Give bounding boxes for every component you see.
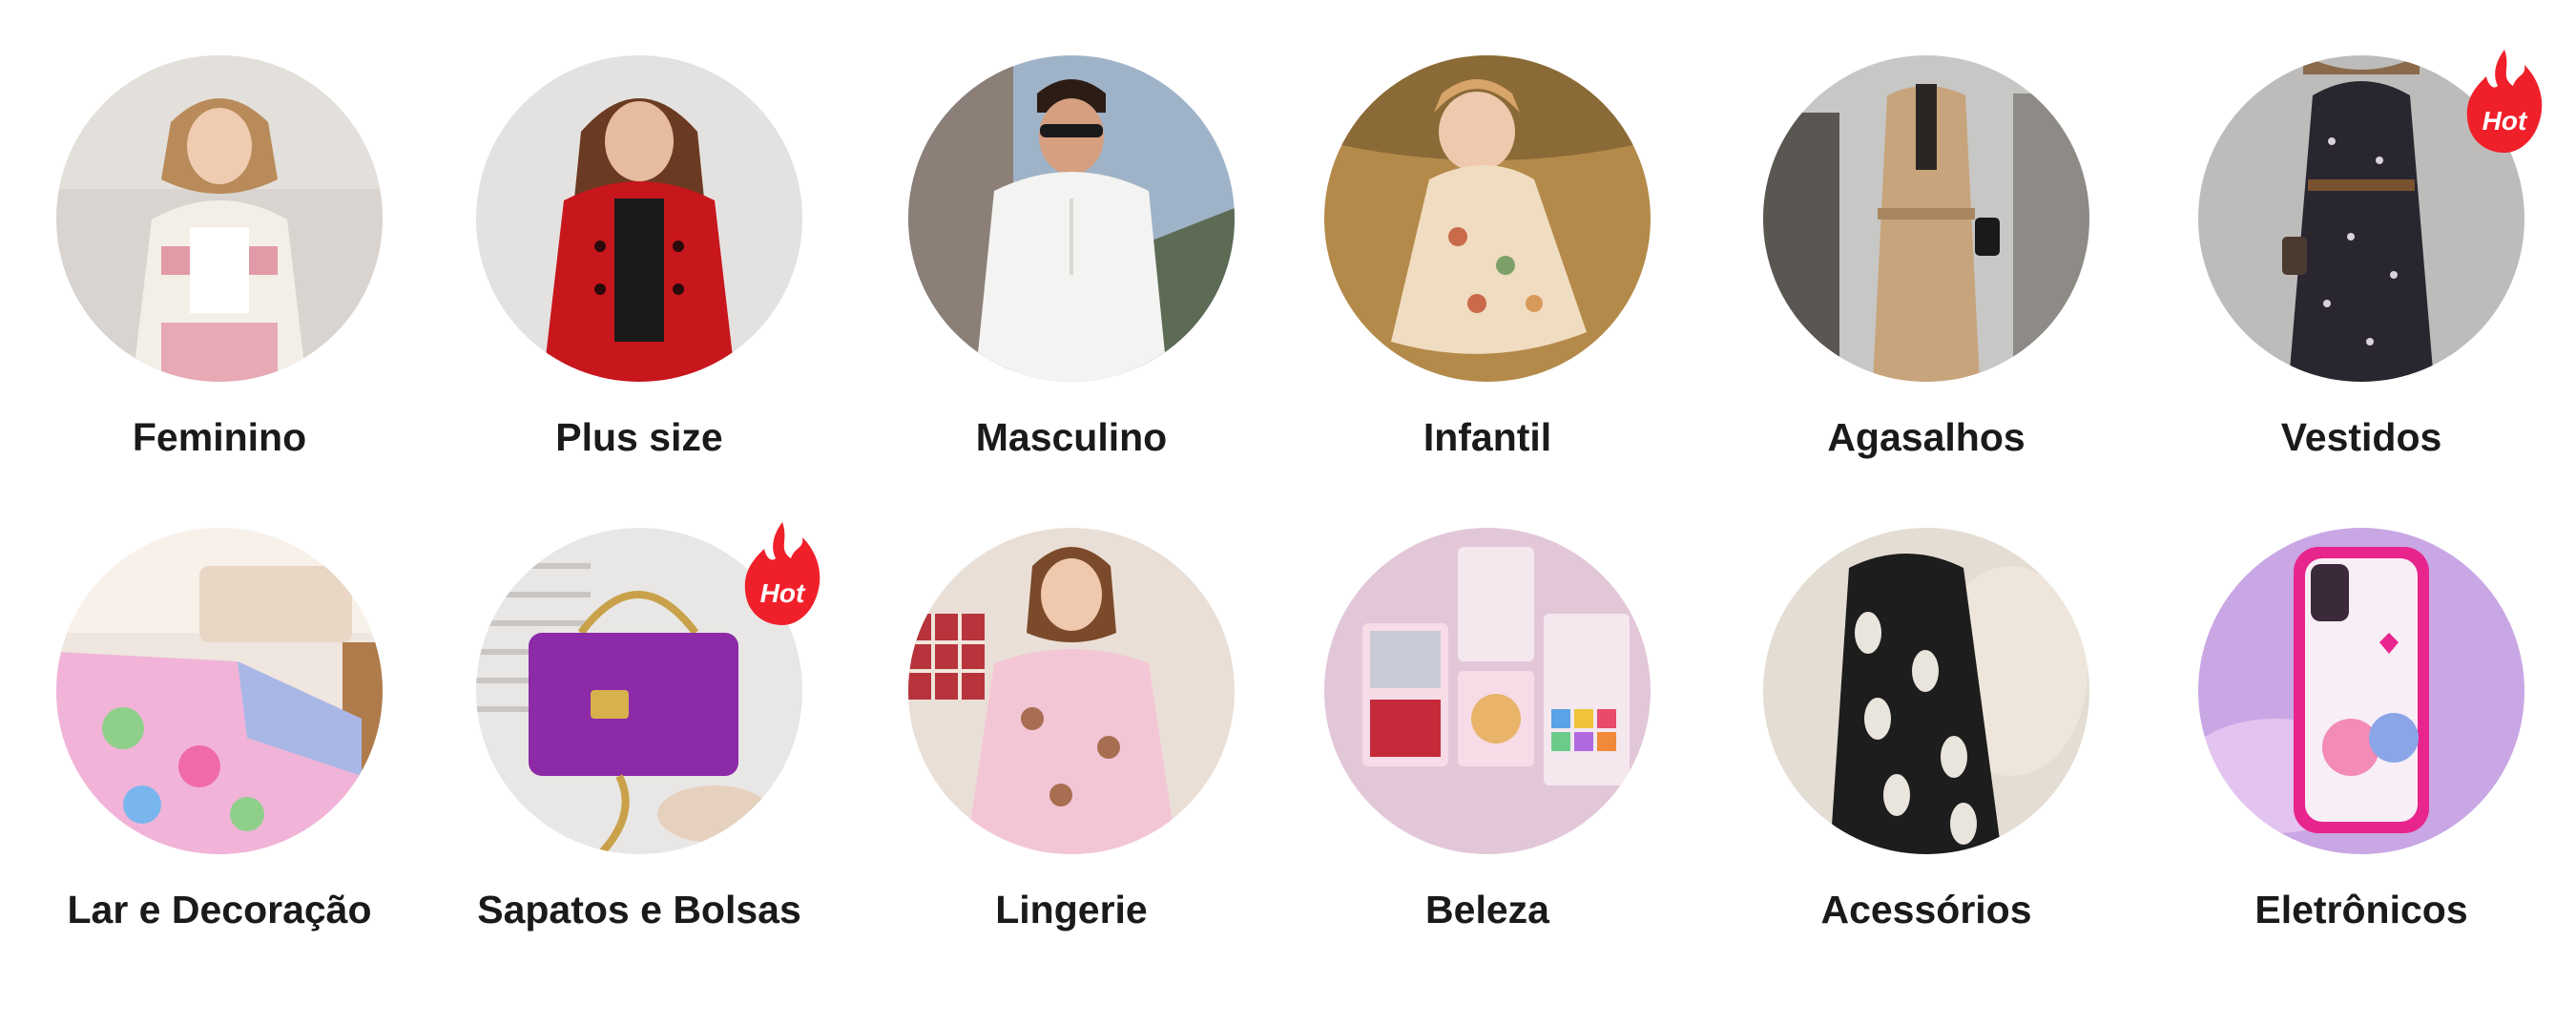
category-infantil[interactable]: Infantil xyxy=(1268,55,1707,461)
hot-badge: Hot xyxy=(2463,48,2545,155)
pajama-set-photo xyxy=(908,528,1235,854)
category-sapatos-e-bolsas[interactable]: Hot Sapatos e Bolsas xyxy=(420,522,859,933)
category-lingerie[interactable]: Lingerie xyxy=(852,528,1291,933)
category-image-wrap xyxy=(56,528,383,854)
category-beleza[interactable]: Beleza xyxy=(1268,528,1707,933)
man-white-shirt-photo xyxy=(908,55,1235,382)
makeup-palette-photo xyxy=(1324,528,1651,854)
category-feminino[interactable]: Feminino xyxy=(0,55,439,461)
category-label: Acessórios xyxy=(1820,888,2032,932)
category-lar-e-decoracao[interactable]: Lar e Decoração xyxy=(0,528,439,933)
category-image-wrap xyxy=(1324,528,1651,854)
category-image-wrap xyxy=(2198,528,2524,854)
category-label: Agasalhos xyxy=(1827,415,2025,459)
category-label: Masculino xyxy=(975,415,1168,459)
category-label: Eletrônicos xyxy=(2254,888,2468,932)
category-eletronicos[interactable]: Eletrônicos xyxy=(2142,528,2576,933)
camel-coat-photo xyxy=(1763,55,2089,382)
category-masculino[interactable]: Masculino xyxy=(852,55,1291,461)
category-agasalhos[interactable]: Agasalhos xyxy=(1707,55,2146,461)
girl-floral-dress-photo xyxy=(1324,55,1651,382)
hot-badge-text: Hot xyxy=(2483,106,2528,136)
category-image-wrap xyxy=(1324,55,1651,382)
category-acessorios[interactable]: Acessórios xyxy=(1707,528,2146,933)
category-label: Lingerie xyxy=(995,888,1148,932)
category-label: Plus size xyxy=(555,415,723,459)
hot-badge: Hot xyxy=(741,520,823,627)
flame-icon: Hot xyxy=(744,522,821,625)
category-image-wrap xyxy=(1763,528,2089,854)
flame-icon: Hot xyxy=(2466,50,2543,153)
category-label: Vestidos xyxy=(2280,415,2442,459)
category-grid: Feminino Plus size Masculino Infantil Ag… xyxy=(0,0,2576,1026)
category-image-wrap: Hot xyxy=(2198,50,2543,382)
category-image-wrap: Hot xyxy=(476,522,821,854)
category-image-wrap xyxy=(1763,55,2089,382)
category-label: Infantil xyxy=(1423,415,1552,459)
category-image-wrap xyxy=(476,55,802,382)
woman-white-jacket-photo xyxy=(56,55,383,382)
bedding-set-photo xyxy=(56,528,383,854)
paisley-scarf-photo xyxy=(1763,528,2089,854)
category-label: Feminino xyxy=(132,415,307,459)
category-label: Sapatos e Bolsas xyxy=(477,888,801,932)
category-plus-size[interactable]: Plus size xyxy=(420,55,859,461)
category-label: Lar e Decoração xyxy=(67,888,372,932)
category-image-wrap xyxy=(56,55,383,382)
hot-badge-text: Hot xyxy=(760,578,806,608)
category-vestidos[interactable]: Hot Vestidos xyxy=(2142,50,2576,461)
category-image-wrap xyxy=(908,528,1235,854)
category-image-wrap xyxy=(908,55,1235,382)
woman-red-coat-photo xyxy=(476,55,802,382)
category-label: Beleza xyxy=(1425,888,1549,932)
phone-case-photo xyxy=(2198,528,2524,854)
